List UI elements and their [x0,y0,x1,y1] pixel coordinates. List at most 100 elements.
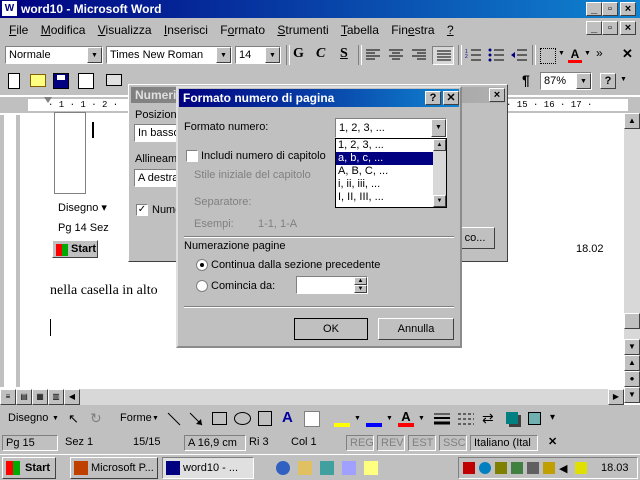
includi-checkbox[interactable] [186,150,198,162]
annulla-button[interactable]: Annulla [378,318,454,340]
x-icon[interactable]: ✕ [622,46,633,62]
underline-button[interactable]: S [340,46,348,62]
border-icon[interactable] [540,48,556,64]
maximize-button[interactable]: ▫ [602,2,618,16]
clock[interactable]: 18.03 [601,462,629,474]
spin-down-icon[interactable]: ▼ [354,285,367,293]
quicklaunch-outlook-icon[interactable] [298,461,312,475]
dropdown-option[interactable]: I, II, III, ... [336,191,435,204]
menu-finestra[interactable]: Finestra [391,23,434,37]
wordart-icon[interactable]: A [282,409,293,426]
style-combo[interactable]: Normale ▼ [5,46,103,64]
align-left-icon[interactable] [366,49,380,61]
bg-close-button[interactable]: × [489,88,505,102]
chevron-down-icon[interactable]: ▼ [620,76,627,83]
indent-marker-icon[interactable] [44,97,52,103]
textbox-icon[interactable] [258,411,272,426]
status-language[interactable]: Italiano (Ital [470,435,538,451]
status-est[interactable]: EST [408,435,436,451]
arrow-icon[interactable] [188,411,204,427]
justify-button[interactable] [432,46,454,65]
print-preview-icon[interactable] [78,73,94,89]
numbered-list-icon[interactable]: 12 [465,48,481,62]
clipart-icon[interactable] [304,411,320,427]
close-button[interactable]: × [620,2,636,16]
select-objects-icon[interactable]: ↖ [68,411,79,427]
web-view-button[interactable]: ▤ [16,389,32,405]
font-combo[interactable]: Times New Roman ▼ [106,46,232,64]
save-icon[interactable] [53,73,69,89]
minimize-button[interactable]: _ [586,2,602,16]
tray-icon[interactable] [543,462,555,474]
comincia-spinner[interactable]: ▲ ▼ [296,276,368,294]
spin-up-icon[interactable]: ▲ [354,277,367,285]
status-reg[interactable]: REG [346,435,374,451]
menu-inserisci[interactable]: Inserisci [164,23,208,37]
scroll-down-button[interactable]: ▼ [433,195,446,207]
menu-help[interactable]: ? [447,23,454,37]
dropdown-option[interactable]: A, B, C, ... [336,165,435,178]
menu-tabella[interactable]: Tabella [341,23,379,37]
scroll-up-button[interactable]: ▲ [624,113,640,129]
chevron-down-icon[interactable]: ▼ [584,50,591,57]
dialog-close-button[interactable]: ✕ [443,91,459,105]
quicklaunch-desktop-icon[interactable] [320,461,334,475]
new-document-icon[interactable] [8,73,20,89]
numero-checkbox[interactable]: ✓ [136,204,148,216]
horizontal-scrollbar[interactable]: ≡ ▤ ▦ ▥ ◀ ▶ [0,389,624,405]
zoom-combo[interactable]: 87% ▼ [540,72,592,90]
dropdown-scrollbar[interactable]: ▲ ▼ [433,139,446,207]
vertical-ruler[interactable] [0,115,20,387]
chevron-down-icon[interactable]: ▼ [152,415,159,422]
volume-icon[interactable]: ◀ [559,462,567,475]
continua-radio[interactable] [196,259,208,271]
document-text[interactable]: nella casella in alto [50,283,158,299]
line-icon[interactable] [166,411,182,427]
pilcrow-button[interactable]: ¶ [522,72,530,88]
layout-view-button[interactable]: ▦ [32,389,48,405]
forme-menu[interactable]: Forme [120,412,152,424]
decrease-indent-icon[interactable] [511,48,527,62]
disegno-menu[interactable]: Disegno [8,412,48,424]
chevron-down-icon[interactable]: ▼ [431,119,446,137]
comincia-radio[interactable] [196,280,208,292]
open-folder-icon[interactable] [30,74,46,87]
arrow-style-icon[interactable]: ⇄ [482,410,494,427]
status-ssc[interactable]: SSC [439,435,467,451]
tray-icon[interactable] [527,462,539,474]
more-buttons-icon[interactable]: ▾ [550,412,555,423]
status-rev[interactable]: REV [377,435,405,451]
prev-page-button[interactable]: ▲ [624,355,640,371]
menu-strumenti[interactable]: Strumenti [277,23,328,37]
spelling-status-icon[interactable]: ✕ [548,435,568,451]
task-powerpoint[interactable]: Microsoft P... [70,457,158,479]
chevron-down-icon[interactable]: ▼ [87,47,102,63]
chevron-down-icon[interactable]: ▼ [354,415,361,422]
vertical-scrollbar[interactable]: ▲ ▼ ▲ ● ▼ [624,113,640,403]
line-color-icon[interactable] [366,411,382,427]
formato-combo[interactable]: 1, 2, 3, ... ▼ [335,118,447,138]
line-style-icon[interactable] [434,412,450,426]
chevron-down-icon[interactable]: ▼ [265,47,280,63]
quicklaunch-ie-icon[interactable] [276,461,290,475]
bullet-list-icon[interactable] [488,48,504,62]
italic-button[interactable]: C [316,46,325,62]
quicklaunch-tool-icon[interactable] [364,461,378,475]
chevron-down-icon[interactable]: ▼ [418,415,425,422]
chevron-down-icon[interactable]: ▼ [386,415,393,422]
chevron-down-icon[interactable]: ▼ [576,73,591,89]
size-combo[interactable]: 14 ▼ [235,46,281,64]
print-icon[interactable] [106,74,122,86]
allineamento-combo[interactable]: A destra [134,169,180,187]
ok-button[interactable]: OK [294,318,368,340]
menu-formato[interactable]: Formato [220,23,265,37]
fill-color-icon[interactable] [334,411,350,427]
formato-dropdown-list[interactable]: 1, 2, 3, ... a, b, c, ... A, B, C, ... i, i… [335,138,447,208]
font-color-icon[interactable]: A [398,409,414,427]
tray-icon[interactable] [463,462,475,474]
dash-style-icon[interactable] [458,412,474,426]
next-page-button[interactable]: ▼ [624,387,640,403]
3d-icon[interactable] [528,412,541,425]
dialog-help-button[interactable]: ? [425,91,441,105]
align-right-icon[interactable] [412,49,426,61]
